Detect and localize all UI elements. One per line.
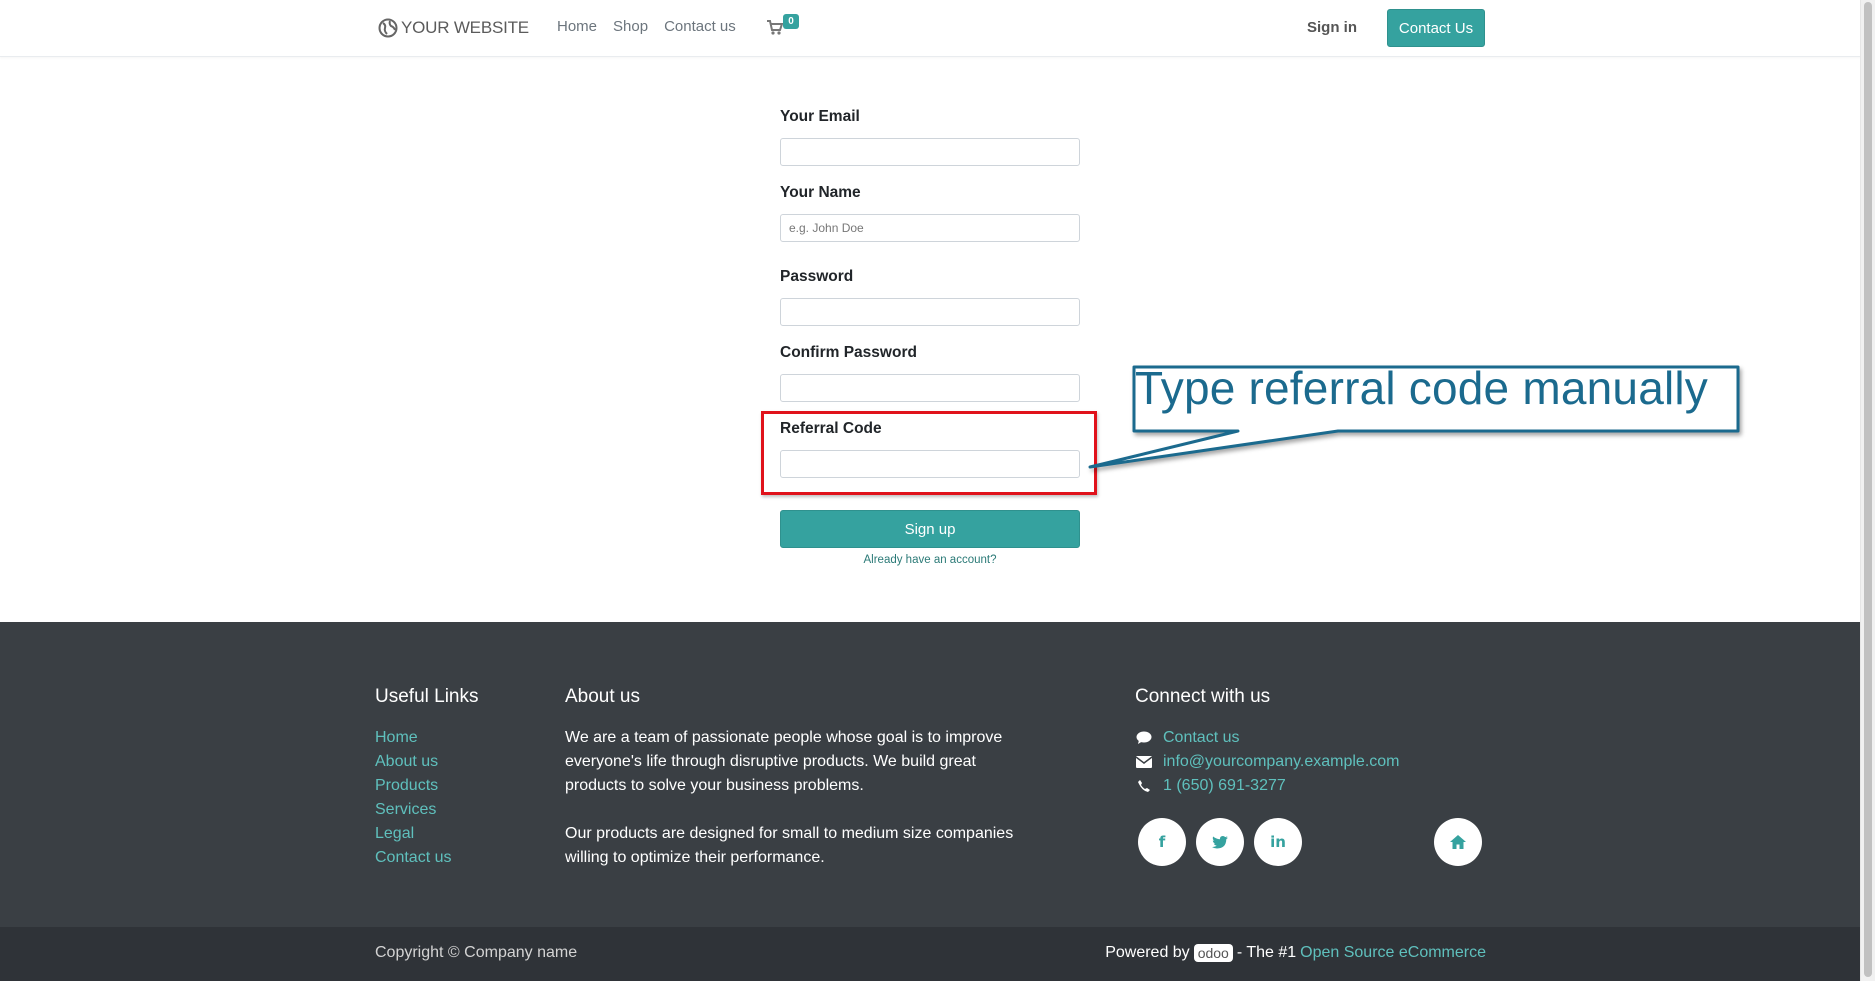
already-have-account-link[interactable]: Already have an account? <box>780 554 1080 566</box>
referral-highlight-box <box>761 411 1097 495</box>
home-icon <box>1450 835 1466 849</box>
password-label: Password <box>780 268 854 285</box>
shopping-cart-icon <box>767 20 783 35</box>
brand-logo[interactable]: YOUR WEBSITE <box>378 16 529 40</box>
connect-item-contact[interactable]: Contact us <box>1135 726 1400 750</box>
nav-contact-us[interactable]: Contact us <box>664 18 736 35</box>
nav-home[interactable]: Home <box>557 18 597 35</box>
footer: Useful Links Home About us Products Serv… <box>0 622 1861 927</box>
email-field[interactable] <box>780 138 1080 166</box>
connect-contact-text: Contact us <box>1163 729 1240 746</box>
home-button[interactable] <box>1434 818 1482 866</box>
connect-phone-text: 1 (650) 691-3277 <box>1163 777 1286 794</box>
sign-up-button[interactable]: Sign up <box>780 510 1080 548</box>
linkedin-icon: in <box>1270 833 1286 851</box>
footer-link-legal[interactable]: Legal <box>375 822 451 846</box>
copyright-text: Copyright © Company name <box>375 944 578 961</box>
sign-in-link[interactable]: Sign in <box>1307 19 1357 36</box>
email-label: Your Email <box>780 108 860 125</box>
name-field[interactable] <box>780 214 1080 242</box>
confirm-password-field[interactable] <box>780 374 1080 402</box>
facebook-button[interactable]: f <box>1138 818 1186 866</box>
twitter-icon <box>1212 835 1228 848</box>
phone-icon <box>1135 779 1153 793</box>
cart-link[interactable]: 0 <box>767 14 803 38</box>
connect-list: Contact us info@yourcompany.example.com … <box>1135 726 1400 798</box>
name-label: Your Name <box>780 184 861 201</box>
main-nav: Home Shop Contact us <box>557 18 736 35</box>
open-source-ecommerce-link[interactable]: Open Source eCommerce <box>1300 944 1486 962</box>
about-paragraph-2: Our products are designed for small to m… <box>565 825 1014 866</box>
envelope-icon <box>1135 756 1153 768</box>
nav-shop[interactable]: Shop <box>613 18 648 35</box>
about-paragraph-1: We are a team of passionate people whose… <box>565 729 1003 794</box>
confirm-password-label: Confirm Password <box>780 344 917 361</box>
contact-us-button[interactable]: Contact Us <box>1387 9 1485 47</box>
connect-item-email[interactable]: info@yourcompany.example.com <box>1135 750 1400 774</box>
footer-link-services[interactable]: Services <box>375 798 451 822</box>
linkedin-button[interactable]: in <box>1254 818 1302 866</box>
globe-icon <box>378 18 398 38</box>
brand-name: YOUR WEBSITE <box>401 18 529 37</box>
odoo-logo[interactable]: odoo <box>1193 944 1233 962</box>
useful-links-title: Useful Links <box>375 686 479 707</box>
about-us-title: About us <box>565 686 640 707</box>
copyright-bar: Copyright © Company name Powered by odoo… <box>0 927 1861 981</box>
footer-link-products[interactable]: Products <box>375 774 451 798</box>
powered-by-label: Powered by <box>1105 944 1190 961</box>
twitter-button[interactable] <box>1196 818 1244 866</box>
comment-icon <box>1135 731 1153 745</box>
footer-link-contact-us[interactable]: Contact us <box>375 846 451 870</box>
footer-link-about-us[interactable]: About us <box>375 750 451 774</box>
connect-email-text: info@yourcompany.example.com <box>1163 753 1400 770</box>
powered-by: Powered by odoo - The #1 Open Source eCo… <box>1105 944 1486 962</box>
footer-link-home[interactable]: Home <box>375 726 451 750</box>
top-navbar: YOUR WEBSITE Home Shop Contact us 0 Sign… <box>0 0 1861 57</box>
about-us-text: We are a team of passionate people whose… <box>565 726 1015 894</box>
facebook-icon: f <box>1158 833 1166 851</box>
cart-count-badge: 0 <box>783 14 799 29</box>
connect-title: Connect with us <box>1135 686 1271 707</box>
callout-text: Type referral code manually <box>1135 362 1709 414</box>
vertical-scrollbar[interactable] <box>1860 0 1875 981</box>
powered-mid-text: - The #1 <box>1236 944 1297 961</box>
password-field[interactable] <box>780 298 1080 326</box>
connect-item-phone[interactable]: 1 (650) 691-3277 <box>1135 774 1400 798</box>
useful-links-list: Home About us Products Services Legal Co… <box>375 726 451 870</box>
scrollbar-thumb[interactable] <box>1864 2 1872 977</box>
